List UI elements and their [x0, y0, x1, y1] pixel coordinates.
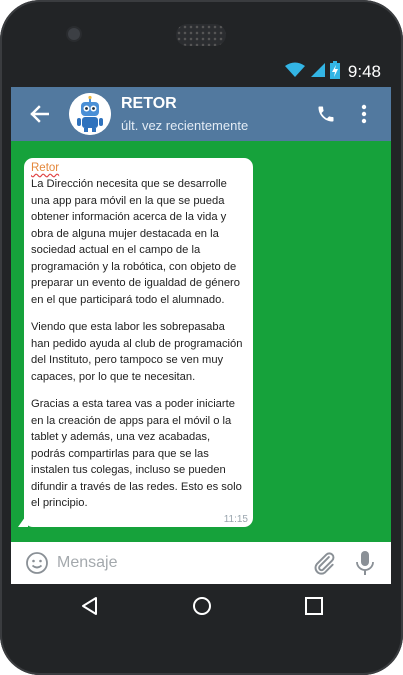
emoji-button[interactable]	[25, 551, 49, 575]
robot-avatar[interactable]	[69, 93, 111, 135]
back-arrow-icon	[30, 105, 49, 123]
android-nav-bar	[11, 584, 391, 628]
voice-button[interactable]	[353, 549, 377, 577]
status-icons: 9:48	[284, 60, 381, 84]
phone-icon	[318, 106, 334, 122]
status-bar: 9:48	[11, 57, 391, 87]
call-button[interactable]	[313, 101, 339, 127]
last-seen-status: últ. vez recientemente	[121, 118, 249, 133]
front-camera	[68, 28, 80, 40]
earpiece-speaker	[176, 24, 226, 46]
signal-icon	[310, 62, 326, 83]
chat-title[interactable]: RETOR	[121, 95, 177, 113]
wifi-icon	[284, 62, 306, 83]
phone-top-bezel	[0, 0, 403, 60]
screen: 9:48 RETOR últ. vez recientemente Retor …	[11, 57, 391, 628]
nav-back-icon	[82, 597, 97, 615]
message-input-bar	[11, 542, 391, 584]
back-button[interactable]	[25, 100, 53, 128]
status-time: 9:48	[347, 62, 381, 81]
battery-charging-icon	[329, 60, 340, 84]
message-paragraph: Gracias a esta tarea vas a poder iniciar…	[31, 398, 242, 509]
message-input[interactable]	[57, 549, 297, 577]
message-paragraph: Viendo que esta labor les sobrepasaba ha…	[31, 321, 243, 383]
message-bubble[interactable]: Retor La Dirección necesita que se desar…	[24, 158, 253, 527]
nav-home-icon	[193, 597, 211, 615]
nav-back-button[interactable]	[79, 595, 101, 617]
message-time: 11:15	[223, 514, 248, 525]
phone-frame: 9:48 RETOR últ. vez recientemente Retor …	[0, 0, 403, 675]
paperclip-icon	[314, 552, 335, 575]
emoji-icon	[26, 552, 48, 574]
message-sender[interactable]: Retor	[31, 162, 246, 174]
chat-header: RETOR últ. vez recientemente	[11, 87, 391, 141]
message-paragraph: La Dirección necesita que se desarrolle …	[31, 178, 240, 306]
nav-home-button[interactable]	[191, 595, 213, 617]
message-text: La Dirección necesita que se desarrolle …	[31, 176, 246, 512]
microphone-icon	[356, 551, 374, 575]
more-vert-icon	[361, 104, 367, 124]
nav-recents-icon	[305, 597, 323, 615]
nav-recents-button[interactable]	[303, 595, 325, 617]
attach-button[interactable]	[311, 550, 337, 576]
more-options-button[interactable]	[357, 101, 371, 127]
